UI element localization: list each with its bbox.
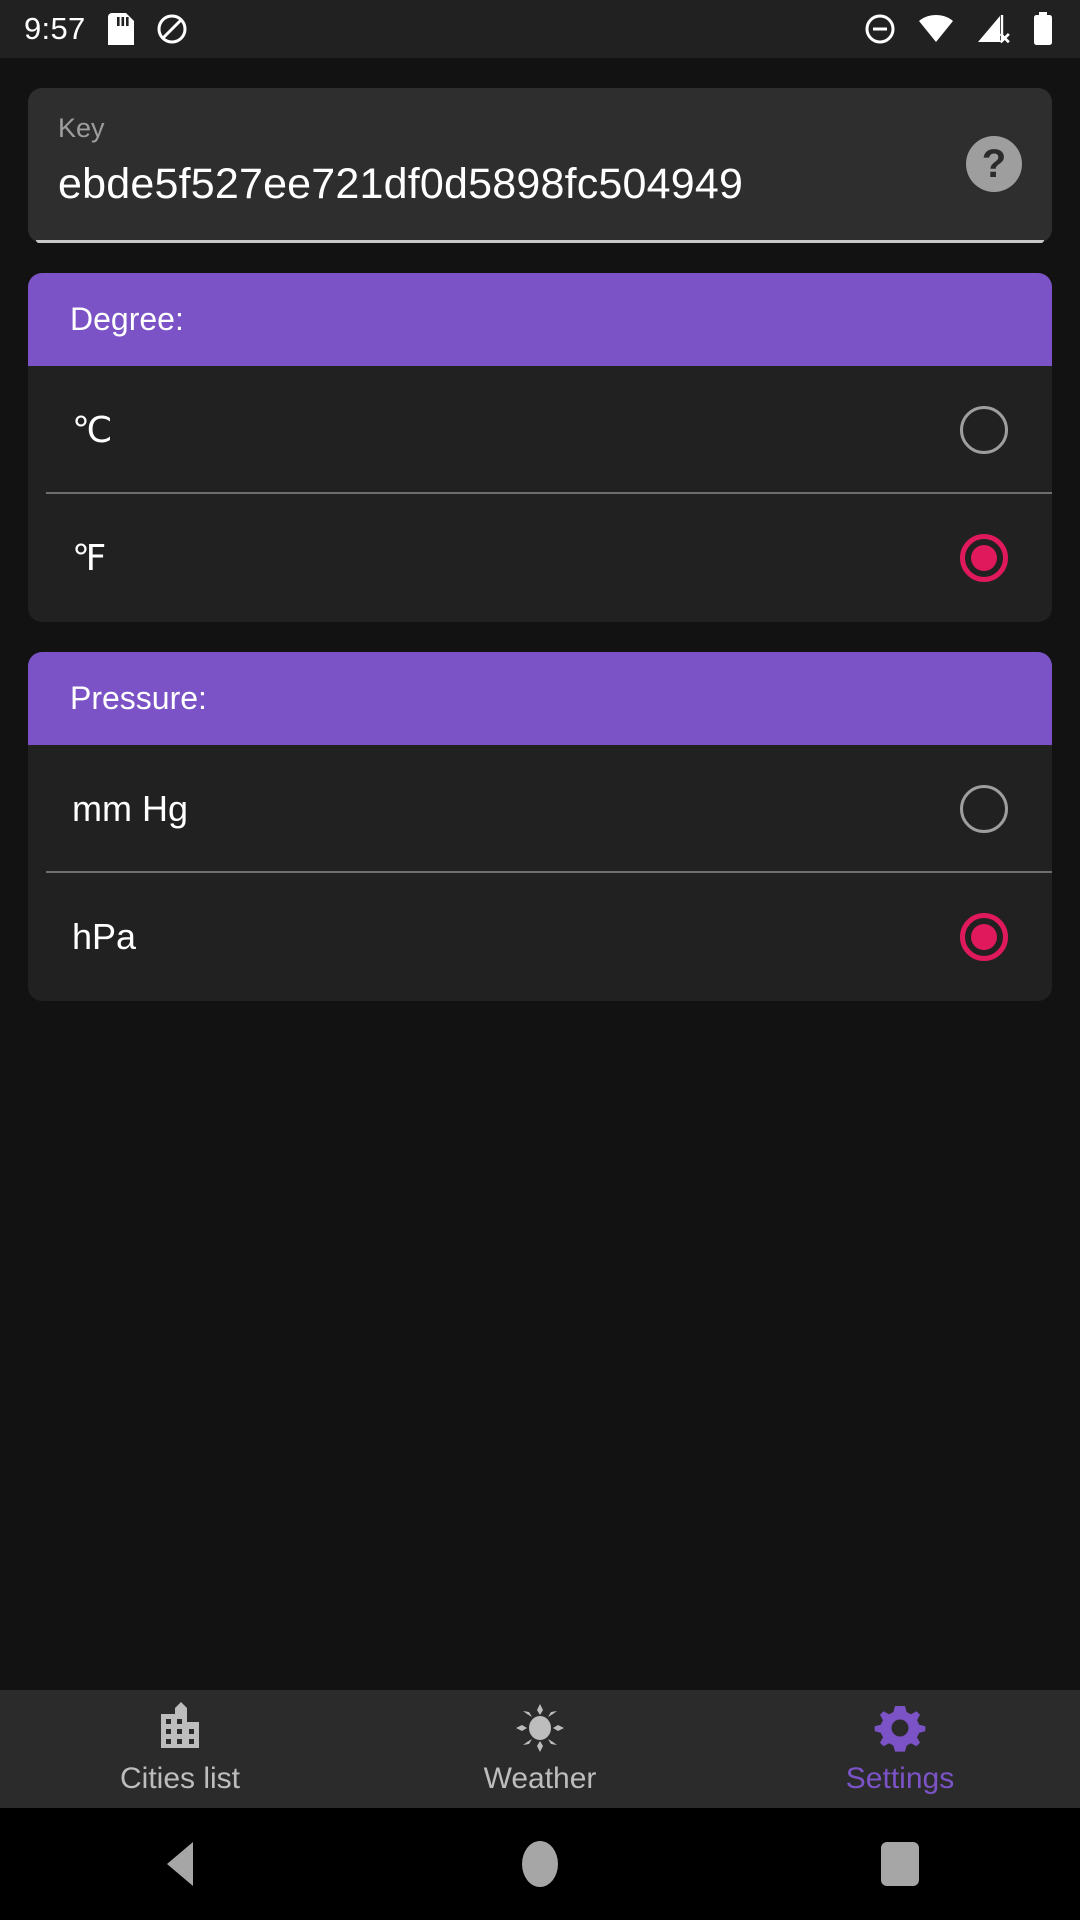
degree-option-fahrenheit[interactable]: ℉ xyxy=(28,494,1052,622)
degree-option-celsius-radio[interactable] xyxy=(960,406,1008,454)
api-key-underline xyxy=(36,240,1044,243)
radio-ring xyxy=(960,406,1008,454)
pressure-option-mmhg-radio[interactable] xyxy=(960,785,1008,833)
api-key-label: Key xyxy=(58,113,105,143)
api-key-field[interactable]: Key ebde5f527ee721df0d5898fc504949 xyxy=(58,113,966,209)
radio-dot xyxy=(971,924,997,950)
city-buildings-icon xyxy=(161,1702,199,1748)
do-not-disturb-slash-icon xyxy=(157,14,187,44)
home-circle-icon[interactable] xyxy=(360,1841,720,1887)
nav-item-cities-list[interactable]: Cities list xyxy=(0,1690,360,1808)
settings-content: Key ebde5f527ee721df0d5898fc504949 ? Deg… xyxy=(0,58,1080,1750)
sun-icon xyxy=(516,1704,564,1752)
status-bar-right xyxy=(864,12,1054,46)
pressure-group-card: Pressure: mm Hg hPa xyxy=(28,652,1052,1001)
degree-option-fahrenheit-radio[interactable] xyxy=(960,534,1008,582)
bottom-navigation: Cities list Weather Settings xyxy=(0,1690,1080,1808)
pressure-option-hpa-radio[interactable] xyxy=(960,913,1008,961)
phone-screen: 9:57 Key ebde5f527ee721df0d5898fc504949 … xyxy=(0,0,1080,1920)
pressure-option-mmhg-label: mm Hg xyxy=(72,788,188,829)
nav-item-settings[interactable]: Settings xyxy=(720,1690,1080,1808)
sd-card-icon xyxy=(107,13,134,45)
status-bar-left: 9:57 xyxy=(24,11,188,47)
gear-icon xyxy=(874,1706,926,1752)
api-key-input[interactable]: ebde5f527ee721df0d5898fc504949 xyxy=(58,160,966,209)
nav-label-cities-list: Cities list xyxy=(119,1762,240,1795)
status-clock: 9:57 xyxy=(24,11,86,46)
dnd-minus-circle-icon xyxy=(865,14,895,44)
degree-group-header: Degree: xyxy=(28,273,1052,366)
system-navigation-bar xyxy=(0,1808,1080,1920)
status-bar: 9:57 xyxy=(0,0,1080,58)
pressure-option-hpa[interactable]: hPa xyxy=(28,873,1052,1001)
nav-item-weather[interactable]: Weather xyxy=(360,1690,720,1808)
battery-full-icon xyxy=(1034,12,1052,45)
pressure-option-mmhg[interactable]: mm Hg xyxy=(28,745,1052,873)
api-key-card: Key ebde5f527ee721df0d5898fc504949 ? xyxy=(28,88,1052,243)
back-triangle-icon[interactable] xyxy=(0,1842,360,1886)
help-question-icon[interactable]: ? xyxy=(966,136,1022,192)
recents-square-icon[interactable] xyxy=(720,1842,1080,1886)
wifi-icon xyxy=(919,15,953,42)
cellular-no-signal-icon xyxy=(978,15,1010,44)
pressure-group-header: Pressure: xyxy=(28,652,1052,745)
degree-group-card: Degree: ℃ ℉ xyxy=(28,273,1052,622)
radio-ring xyxy=(960,785,1008,833)
nav-label-weather: Weather xyxy=(483,1762,597,1795)
degree-option-celsius-label: ℃ xyxy=(72,409,113,450)
degree-option-fahrenheit-label: ℉ xyxy=(72,537,107,578)
radio-dot xyxy=(971,545,997,571)
nav-label-settings: Settings xyxy=(845,1762,955,1795)
pressure-option-hpa-label: hPa xyxy=(72,916,137,957)
degree-option-celsius[interactable]: ℃ xyxy=(28,366,1052,494)
